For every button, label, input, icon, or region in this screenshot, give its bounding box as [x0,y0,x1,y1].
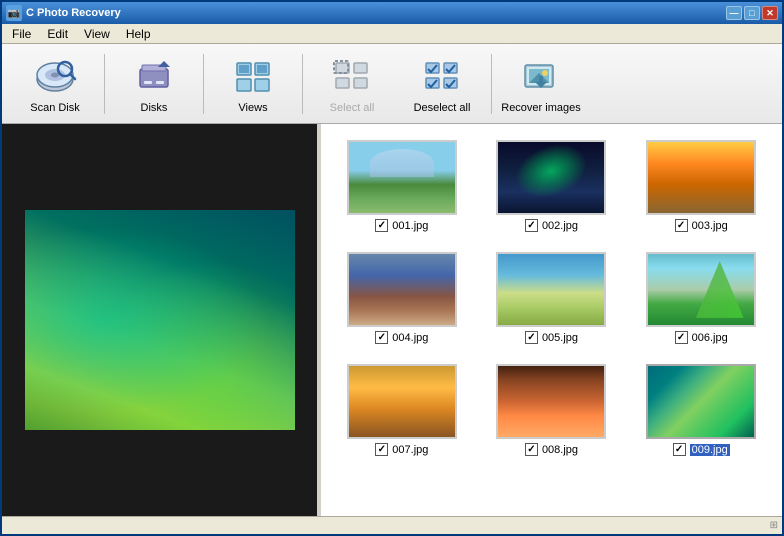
thumb-label-001: 001.jpg [375,219,428,232]
scan-disk-button[interactable]: Scan Disk [10,49,100,119]
views-button[interactable]: Views [208,49,298,119]
recover-images-button[interactable]: Recover images [496,49,586,119]
thumb-check-001[interactable] [375,219,388,232]
deselect-all-icon [418,54,466,100]
thumb-check-003[interactable] [675,219,688,232]
thumb-check-007[interactable] [375,443,388,456]
thumb-check-008[interactable] [525,443,538,456]
thumb-img-008 [496,364,606,439]
thumb-check-009[interactable] [673,443,686,456]
thumbnail-006[interactable]: 006.jpg [636,252,766,344]
sep-1 [104,54,105,114]
recover-images-label: Recover images [501,102,580,114]
thumb-name-001: 001.jpg [392,220,428,232]
disks-icon [130,54,178,100]
thumb-name-009: 009.jpg [690,444,730,456]
recover-images-icon [517,54,565,100]
sep-2 [203,54,204,114]
window-controls: — □ ✕ [726,6,778,20]
thumb-name-007: 007.jpg [392,444,428,456]
thumbnail-002[interactable]: 002.jpg [487,140,617,232]
maximize-button[interactable]: □ [744,6,760,20]
views-icon [229,54,277,100]
thumbnail-008[interactable]: 008.jpg [487,364,617,456]
main-content: 001.jpg 002.jpg 003.jpg [2,124,782,516]
thumb-label-006: 006.jpg [675,331,728,344]
thumb-label-003: 003.jpg [675,219,728,232]
thumb-name-006: 006.jpg [692,332,728,344]
window-title: C Photo Recovery [26,7,726,19]
thumb-label-005: 005.jpg [525,331,578,344]
thumbnails-panel: 001.jpg 002.jpg 003.jpg [321,124,782,516]
thumb-img-006 [646,252,756,327]
preview-panel [2,124,317,516]
thumb-img-002 [496,140,606,215]
thumb-check-006[interactable] [675,331,688,344]
scan-disk-icon [31,54,79,100]
menu-edit[interactable]: Edit [39,25,76,43]
thumb-name-005: 005.jpg [542,332,578,344]
thumb-img-005 [496,252,606,327]
thumb-label-008: 008.jpg [525,443,578,456]
toolbar: Scan Disk Disks [2,44,782,124]
thumbnail-009[interactable]: 009.jpg [636,364,766,456]
thumb-name-008: 008.jpg [542,444,578,456]
thumb-label-002: 002.jpg [525,219,578,232]
thumbnail-005[interactable]: 005.jpg [487,252,617,344]
thumb-label-007: 007.jpg [375,443,428,456]
menu-view[interactable]: View [76,25,118,43]
menu-file[interactable]: File [4,25,39,43]
select-all-label: Select all [330,102,375,114]
disks-label: Disks [141,102,168,114]
thumb-name-002: 002.jpg [542,220,578,232]
thumbnail-001[interactable]: 001.jpg [337,140,467,232]
thumb-label-009: 009.jpg [673,443,730,456]
preview-image [25,210,295,430]
status-bar: ⊞ [2,516,782,534]
main-window: 📷 C Photo Recovery — □ ✕ File Edit View … [0,0,784,536]
thumbnail-007[interactable]: 007.jpg [337,364,467,456]
thumb-img-004 [347,252,457,327]
resize-grip: ⊞ [770,520,778,531]
thumb-img-007 [347,364,457,439]
scan-disk-label: Scan Disk [30,102,80,114]
select-all-button[interactable]: Select all [307,49,397,119]
deselect-all-button[interactable]: Deselect all [397,49,487,119]
thumb-check-005[interactable] [525,331,538,344]
title-bar: 📷 C Photo Recovery — □ ✕ [2,2,782,24]
deselect-all-label: Deselect all [414,102,471,114]
thumb-check-004[interactable] [375,331,388,344]
thumb-img-009 [646,364,756,439]
close-button[interactable]: ✕ [762,6,778,20]
views-label: Views [238,102,267,114]
thumb-label-004: 004.jpg [375,331,428,344]
app-icon: 📷 [6,5,22,21]
select-all-icon [328,54,376,100]
thumb-img-001 [347,140,457,215]
thumb-name-003: 003.jpg [692,220,728,232]
sep-3 [302,54,303,114]
disks-button[interactable]: Disks [109,49,199,119]
thumb-name-004: 004.jpg [392,332,428,344]
thumbnail-004[interactable]: 004.jpg [337,252,467,344]
sep-4 [491,54,492,114]
menu-bar: File Edit View Help [2,24,782,44]
minimize-button[interactable]: — [726,6,742,20]
thumb-check-002[interactable] [525,219,538,232]
thumbnail-003[interactable]: 003.jpg [636,140,766,232]
thumb-img-003 [646,140,756,215]
menu-help[interactable]: Help [118,25,159,43]
